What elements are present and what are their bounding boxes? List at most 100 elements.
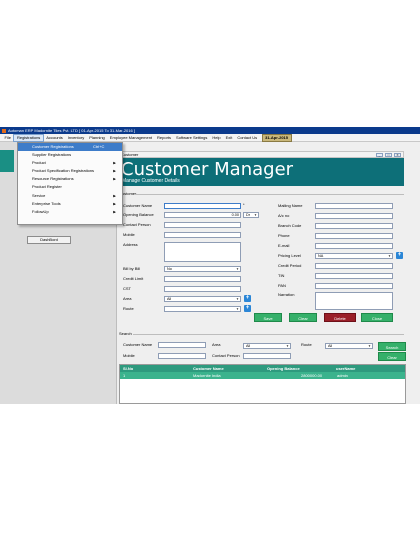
add-route-button[interactable]: +: [244, 305, 251, 312]
narration-textarea[interactable]: [315, 292, 393, 310]
page-subtitle: Manage Customer Details: [122, 178, 180, 184]
menuitem-customer-registrations[interactable]: Customer Registrations Ctrl+C: [18, 143, 122, 152]
label-pricing-level: Pricing Level: [278, 253, 301, 258]
ac-no-input[interactable]: [315, 213, 393, 219]
cell-opening-balance: 2800000.00: [301, 373, 323, 378]
cell-username: admin: [337, 373, 348, 378]
menuitem-label: Resource Registrations: [32, 176, 74, 182]
search-section-label: Search: [119, 331, 132, 336]
menuitem-supplier-registrations[interactable]: Supplier Registrations: [18, 151, 122, 159]
route-select[interactable]: ▼: [164, 306, 241, 312]
customer-section-divider: [135, 194, 404, 195]
add-area-button[interactable]: +: [244, 295, 251, 302]
label-route: Route: [123, 306, 134, 311]
search-button[interactable]: Search: [378, 342, 406, 351]
chevron-right-icon: ▶: [113, 169, 116, 174]
menu-registrations[interactable]: Registrations: [13, 133, 44, 142]
grid-col-slno[interactable]: Sl.No: [123, 365, 133, 372]
branch-code-input[interactable]: [315, 223, 393, 229]
dr-cr-select[interactable]: Dr ▼: [243, 212, 259, 218]
menuitem-label: Product Register: [32, 184, 62, 190]
required-mark: *: [243, 202, 245, 207]
chevron-down-icon: ▼: [254, 213, 257, 217]
clear-button[interactable]: Clear: [289, 313, 317, 322]
menuitem-service[interactable]: Service ▶: [18, 192, 122, 200]
phone-input[interactable]: [315, 233, 393, 239]
area-value: All: [167, 297, 172, 301]
credit-limit-input[interactable]: [164, 276, 241, 282]
label-search-customer-name: Customer Name: [123, 342, 153, 347]
save-button[interactable]: Save: [254, 313, 282, 322]
grid-header-row: Sl.No Customer Name Opening Balance user…: [120, 365, 405, 372]
menu-help[interactable]: Help: [210, 134, 223, 142]
customer-name-input[interactable]: [164, 203, 241, 209]
menu-software-settings[interactable]: Software Settings: [174, 134, 210, 142]
label-cst: CST: [123, 286, 131, 291]
menuitem-label: Product Specification Registrations: [32, 168, 95, 174]
menuitem-product-register[interactable]: Product Register: [18, 183, 122, 191]
menu-employee-management[interactable]: Employee Management: [107, 134, 154, 142]
menuitem-product[interactable]: Product ▶: [18, 159, 122, 167]
menu-accounts[interactable]: Accounts: [44, 134, 65, 142]
label-narration: Narration: [278, 292, 295, 297]
left-panel-accent: [0, 150, 14, 172]
search-customer-name-input[interactable]: [158, 342, 206, 348]
bill-by-bill-select[interactable]: No ▼: [164, 266, 241, 272]
delete-button[interactable]: Delete: [324, 313, 356, 322]
email-input[interactable]: [315, 243, 393, 249]
credit-period-input[interactable]: [315, 263, 393, 269]
search-route-value: All: [328, 344, 333, 348]
grid-col-username[interactable]: userName: [336, 365, 355, 372]
search-clear-button[interactable]: Clear: [378, 352, 406, 361]
search-area-select[interactable]: All ▼: [243, 343, 291, 349]
minimize-button[interactable]: _: [376, 153, 383, 157]
search-route-select[interactable]: All ▼: [325, 343, 373, 349]
menu-file[interactable]: File: [2, 134, 13, 142]
address-textarea[interactable]: [164, 242, 241, 262]
pricing-level-select[interactable]: NA ▼: [315, 253, 393, 259]
table-row[interactable]: 1 Madornite India 2800000.00 admin: [120, 372, 405, 379]
opening-balance-input[interactable]: 0.00: [164, 212, 241, 218]
add-pricing-level-button[interactable]: +: [396, 252, 403, 259]
chevron-down-icon: ▼: [236, 307, 239, 311]
search-mobile-input[interactable]: [158, 353, 206, 359]
mobile-input[interactable]: [164, 232, 241, 238]
menuitem-label: Service: [32, 192, 46, 198]
close-window-button[interactable]: ✕: [394, 153, 401, 157]
label-search-route: Route: [301, 342, 312, 347]
label-bill-by-bill: Bill by Bill: [123, 266, 141, 271]
contact-person-input[interactable]: [164, 222, 241, 228]
menu-contact-us[interactable]: Contact Us: [235, 134, 260, 142]
tin-input[interactable]: [315, 273, 393, 279]
menuitem-label: Product: [32, 160, 46, 166]
search-contact-person-input[interactable]: [243, 353, 291, 359]
maximize-button[interactable]: □: [385, 153, 392, 157]
chevron-right-icon: ▶: [113, 193, 116, 198]
chevron-down-icon: ▼: [368, 344, 371, 348]
chevron-right-icon: ▶: [113, 177, 116, 182]
menuitem-followup[interactable]: FollowUp ▶: [18, 208, 122, 216]
grid-col-customer-name[interactable]: Customer Name: [193, 365, 224, 372]
menuitem-shortcut: Ctrl+C: [93, 144, 105, 149]
label-contact-person: Contact Person: [123, 222, 151, 227]
grid-col-opening-balance[interactable]: Opening Balance: [267, 365, 300, 372]
menuitem-product-specification-registrations[interactable]: Product Specification Registrations ▶: [18, 167, 122, 175]
close-button[interactable]: Close: [361, 313, 393, 322]
menu-reports[interactable]: Reports: [155, 134, 174, 142]
menu-planning[interactable]: Planning: [87, 134, 108, 142]
chevron-down-icon: ▼: [388, 254, 391, 258]
menu-exit[interactable]: Exit: [223, 134, 235, 142]
pan-input[interactable]: [315, 283, 393, 289]
dashboard-button[interactable]: DashBord: [27, 236, 71, 244]
area-select[interactable]: All ▼: [164, 296, 241, 302]
cell-customer-name: Madornite India: [193, 373, 221, 378]
menuitem-resource-registrations[interactable]: Resource Registrations ▶: [18, 175, 122, 183]
mailing-name-input[interactable]: [315, 203, 393, 209]
chevron-down-icon: ▼: [236, 297, 239, 301]
menu-inventory[interactable]: Inventory: [65, 134, 86, 142]
cst-input[interactable]: [164, 286, 241, 292]
chevron-down-icon: ▼: [286, 344, 289, 348]
chevron-right-icon: ▶: [113, 161, 116, 166]
cell-slno: 1: [123, 373, 126, 378]
menuitem-enterprise-tools[interactable]: Enterprise Tools ▶: [18, 200, 122, 208]
